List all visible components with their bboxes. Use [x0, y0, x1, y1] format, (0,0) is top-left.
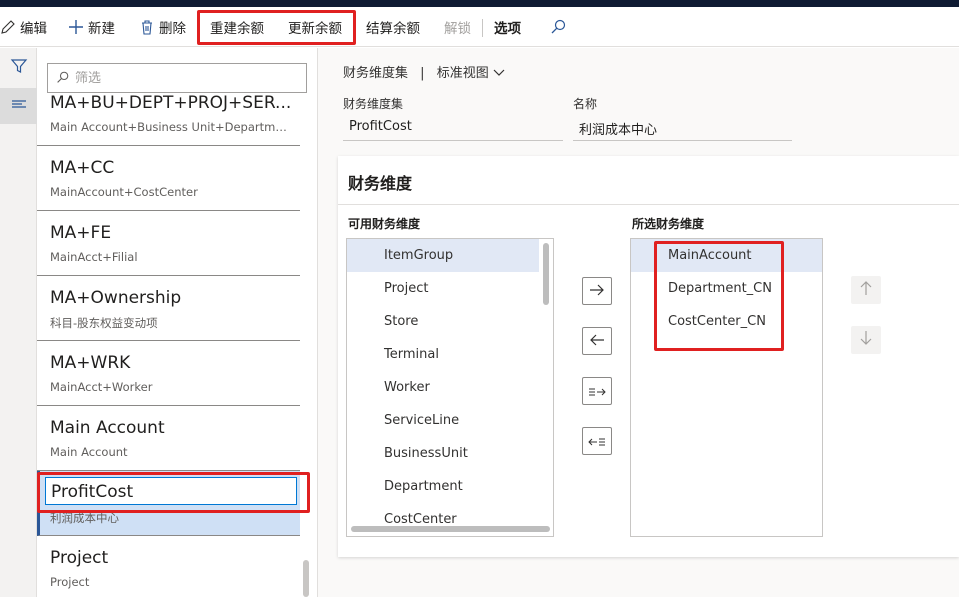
available-dimension-item[interactable]: ServiceLine [347, 404, 539, 437]
available-dimensions-label: 可用财务维度 [348, 217, 421, 231]
list-item-desc: MainAcct+Filial [50, 250, 138, 264]
list-item[interactable]: Main Account Main Account [37, 406, 300, 471]
list-item-desc: MainAcct+Worker [50, 380, 153, 394]
list-item[interactable]: MA+FE MainAcct+Filial [37, 211, 300, 276]
list-item-selected[interactable]: ProfitCost 利润成本中心 [37, 471, 300, 536]
move-all-right-icon [588, 382, 606, 401]
main-content: 财务维度集 | 标准视图 财务维度集 ProfitCost 名称 利润成本中心 … [318, 48, 959, 597]
left-rail [0, 48, 37, 597]
action-pane: 编辑 新建 删除 重建余额 更新余额 结算余额 解锁 选项 [0, 7, 959, 47]
dimension-set-field[interactable]: ProfitCost [343, 115, 563, 141]
move-down-button[interactable] [851, 326, 881, 354]
options-tab[interactable]: 选项 [494, 13, 521, 41]
view-label: 标准视图 [436, 66, 489, 81]
list-item-name: MA+FE [50, 223, 112, 243]
list-item-desc: MainAccount+CostCenter [50, 185, 198, 199]
move-right-button[interactable] [582, 277, 612, 305]
arrow-down-icon [859, 330, 873, 350]
list-scrollbar[interactable] [303, 560, 309, 597]
list-item[interactable]: MA+WRK MainAcct+Worker [37, 341, 300, 406]
toolbar-search-button[interactable] [550, 13, 570, 41]
update-balance-label: 更新余额 [288, 21, 342, 37]
update-balance-button[interactable]: 更新余额 [288, 13, 342, 41]
filter-icon [10, 57, 28, 79]
page-title: 财务维度集 [343, 66, 409, 81]
available-dimension-item[interactable]: BusinessUnit [347, 437, 539, 470]
list-item-desc: Main Account [50, 445, 128, 459]
card-title: 财务维度 [348, 174, 413, 193]
available-dimension-item[interactable]: Worker [347, 371, 539, 404]
list-item[interactable]: Project Project [37, 536, 300, 597]
available-vertical-scrollbar[interactable] [543, 243, 549, 305]
rebuild-balance-label: 重建余额 [210, 21, 264, 37]
list-item-name: MA+CC [50, 158, 115, 178]
view-selector[interactable]: 标准视图 [437, 66, 505, 81]
selected-dimension-item[interactable]: CostCenter_CN [631, 305, 822, 338]
settle-balance-label: 结算余额 [366, 21, 420, 37]
financial-dimensions-card: 财务维度 可用财务维度 所选财务维度 ItemGroup Project Sto… [338, 156, 959, 557]
arrow-left-icon [589, 332, 605, 351]
selected-dimension-item[interactable]: Department_CN [631, 272, 822, 305]
selected-dimensions-label: 所选财务维度 [632, 217, 705, 231]
card-divider [338, 204, 959, 205]
available-dimension-item[interactable]: ItemGroup [347, 239, 539, 272]
arrow-right-icon [589, 282, 605, 301]
list-item-desc: 科目-股东权益变动项 [50, 316, 158, 330]
breadcrumb-separator: | [420, 66, 425, 81]
top-brand-bar [0, 0, 959, 7]
dimension-set-label: 财务维度集 [343, 97, 404, 111]
list-icon [10, 95, 28, 117]
list-item-name: MA+WRK [50, 353, 131, 373]
list-item-desc: Main Account+Business Unit+Department... [50, 120, 290, 134]
selected-dimensions-list[interactable]: MainAccount Department_CN CostCenter_CN [630, 238, 823, 537]
move-left-button[interactable] [582, 327, 612, 355]
settle-balance-button[interactable]: 结算余额 [366, 13, 420, 41]
available-dimensions-list[interactable]: ItemGroup Project Store Terminal Worker … [346, 238, 554, 537]
available-dimension-item[interactable]: Project [347, 272, 539, 305]
list-panel: MA+BU+DEPT+PROJ+SER... Main Account+Busi… [37, 48, 318, 597]
list-item[interactable]: MA+CC MainAccount+CostCenter [37, 146, 300, 211]
list-item-name: MA+Ownership [50, 288, 182, 308]
unlock-label: 解锁 [444, 21, 471, 37]
move-all-left-icon [588, 432, 606, 451]
chevron-down-icon [493, 66, 505, 81]
list-view-button[interactable] [0, 88, 37, 124]
list-item-desc: 利润成本中心 [50, 511, 119, 525]
search-icon [550, 19, 566, 35]
name-field[interactable]: 利润成本中心 [573, 115, 792, 141]
list-item-name: MA+BU+DEPT+PROJ+SER... [50, 93, 292, 113]
name-label: 名称 [573, 97, 598, 111]
plus-icon [68, 19, 84, 35]
list-item[interactable]: MA+BU+DEPT+PROJ+SER... Main Account+Busi… [37, 81, 300, 146]
delete-button[interactable]: 删除 [139, 13, 186, 41]
available-dimension-item[interactable]: Store [347, 305, 539, 338]
available-horizontal-scrollbar[interactable] [351, 526, 550, 532]
unlock-button[interactable]: 解锁 [444, 13, 471, 41]
edit-button[interactable]: 编辑 [0, 13, 47, 41]
list-item-name: Project [50, 548, 109, 568]
breadcrumb: 财务维度集 | 标准视图 [343, 62, 505, 81]
list-item[interactable]: MA+Ownership 科目-股东权益变动项 [37, 276, 300, 341]
move-up-button[interactable] [851, 276, 881, 304]
arrow-up-icon [859, 280, 873, 300]
pencil-icon [0, 19, 16, 35]
new-button[interactable]: 新建 [68, 13, 115, 41]
selected-dimension-item[interactable]: MainAccount [631, 239, 822, 272]
delete-label: 删除 [159, 21, 186, 37]
list-item-name: ProfitCost [51, 482, 134, 502]
trash-icon [139, 19, 155, 35]
move-all-left-button[interactable] [582, 427, 612, 455]
available-dimension-item[interactable]: Department [347, 470, 539, 503]
list-item-name: Main Account [50, 418, 165, 438]
available-dimension-item[interactable]: Terminal [347, 338, 539, 371]
edit-label: 编辑 [20, 21, 47, 37]
options-label: 选项 [494, 21, 521, 37]
list-item-desc: Project [50, 575, 90, 589]
filter-pane-button[interactable] [0, 50, 37, 86]
move-all-right-button[interactable] [582, 377, 612, 405]
rebuild-balance-button[interactable]: 重建余额 [210, 13, 264, 41]
toolbar-divider [482, 19, 483, 37]
new-label: 新建 [88, 21, 115, 37]
